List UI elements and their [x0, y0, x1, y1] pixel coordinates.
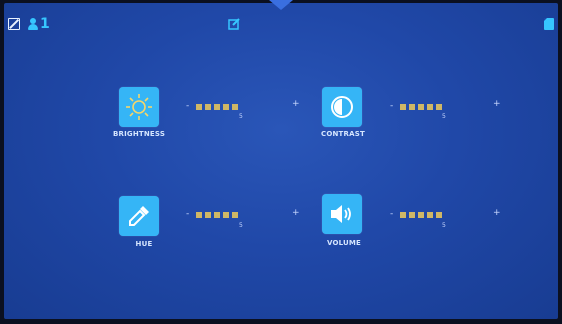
contrast-label: CONTRAST — [321, 130, 365, 138]
brightness-minus[interactable]: - — [186, 102, 189, 111]
level-segment — [427, 211, 434, 218]
top-left-toolbar: 1 — [8, 16, 50, 32]
edit-icon[interactable] — [228, 18, 240, 30]
sun-icon — [126, 94, 152, 120]
level-segment — [418, 211, 425, 218]
level-segment — [400, 211, 407, 218]
level-segment — [418, 103, 425, 110]
level-segment — [196, 211, 203, 218]
contrast-value: 5 — [442, 113, 446, 120]
level-segment — [427, 103, 434, 110]
hue-minus[interactable]: - — [186, 210, 189, 219]
top-indicator — [269, 0, 293, 10]
volume-minus[interactable]: - — [390, 210, 393, 219]
speaker-icon — [331, 205, 351, 223]
contrast-level — [400, 103, 443, 110]
brightness-button[interactable] — [119, 87, 159, 127]
hue-value: 5 — [239, 222, 243, 229]
hue-level — [196, 211, 239, 218]
level-segment — [196, 103, 203, 110]
level-segment — [214, 211, 221, 218]
volume-plus[interactable]: + — [493, 208, 501, 218]
document-icon[interactable] — [544, 18, 554, 30]
contrast-slider[interactable]: - — [390, 102, 443, 111]
osd-screen — [4, 3, 558, 319]
user-number: 1 — [40, 16, 50, 32]
brightness-slider[interactable]: - — [186, 102, 239, 111]
level-segment — [232, 211, 239, 218]
brightness-label: BRIGHTNESS — [112, 130, 166, 138]
user-profile[interactable]: 1 — [28, 16, 50, 32]
level-segment — [214, 103, 221, 110]
level-segment — [436, 103, 443, 110]
volume-level — [400, 211, 443, 218]
level-segment — [436, 211, 443, 218]
brightness-value: 5 — [239, 113, 243, 120]
volume-label: VOLUME — [326, 239, 362, 247]
level-segment — [223, 211, 230, 218]
level-segment — [223, 103, 230, 110]
user-icon — [28, 18, 38, 30]
contrast-plus[interactable]: + — [493, 99, 501, 109]
volume-value: 5 — [442, 222, 446, 229]
hue-slider[interactable]: - — [186, 210, 239, 219]
hue-label: HUE — [135, 240, 153, 248]
hue-plus[interactable]: + — [292, 208, 300, 218]
level-segment — [409, 211, 416, 218]
volume-slider[interactable]: - — [390, 210, 443, 219]
hue-button[interactable] — [119, 196, 159, 236]
level-segment — [205, 103, 212, 110]
eyedropper-icon — [129, 206, 149, 226]
level-segment — [400, 103, 407, 110]
contrast-minus[interactable]: - — [390, 102, 393, 111]
contrast-button[interactable] — [322, 87, 362, 127]
level-segment — [205, 211, 212, 218]
brightness-plus[interactable]: + — [292, 99, 300, 109]
brightness-level — [196, 103, 239, 110]
no-signal-icon[interactable] — [8, 18, 20, 30]
volume-button[interactable] — [322, 194, 362, 234]
level-segment — [409, 103, 416, 110]
contrast-icon — [331, 96, 353, 118]
level-segment — [232, 103, 239, 110]
